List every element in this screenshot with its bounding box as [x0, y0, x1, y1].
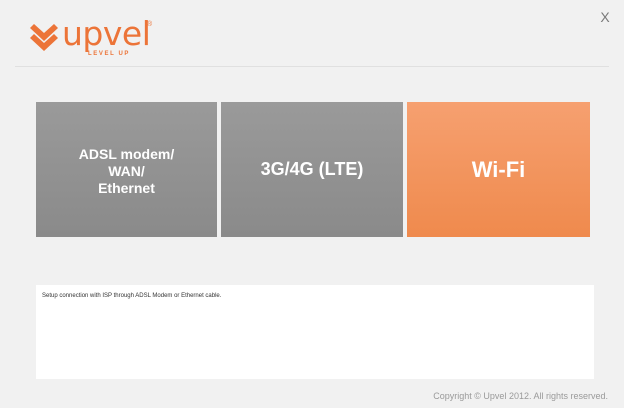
- description-text: Setup connection with ISP through ADSL M…: [42, 293, 222, 299]
- adsl-wan-ethernet-tile[interactable]: ADSL modem/ WAN/ Ethernet: [36, 102, 217, 237]
- close-button[interactable]: X: [598, 9, 612, 25]
- tile-label-adsl: ADSL modem/ WAN/ Ethernet: [78, 146, 175, 196]
- logo-registered-mark: ®: [147, 21, 153, 28]
- header-bar: upvel ® LEVEL UP X: [0, 0, 624, 66]
- upvel-chevron-logo-icon: [30, 24, 58, 51]
- logo-tagline: LEVEL UP: [88, 51, 131, 57]
- connection-type-tiles: ADSL modem/ WAN/ Ethernet 3G/4G (LTE) Wi…: [36, 102, 590, 237]
- 3g-4g-lte-tile[interactable]: 3G/4G (LTE): [221, 102, 403, 237]
- tile-label-wifi: Wi-Fi: [471, 156, 526, 182]
- copyright-text: Copyright © Upvel 2012. All rights reser…: [433, 391, 608, 401]
- logo-wordmark: upvel: [62, 14, 151, 53]
- tile-label-lte: 3G/4G (LTE): [260, 159, 364, 179]
- upvel-logo: upvel ® LEVEL UP: [28, 14, 158, 64]
- header-divider: [15, 66, 609, 67]
- wifi-tile[interactable]: Wi-Fi: [407, 102, 590, 237]
- description-panel: Setup connection with ISP through ADSL M…: [36, 285, 594, 379]
- close-icon: X: [600, 9, 610, 25]
